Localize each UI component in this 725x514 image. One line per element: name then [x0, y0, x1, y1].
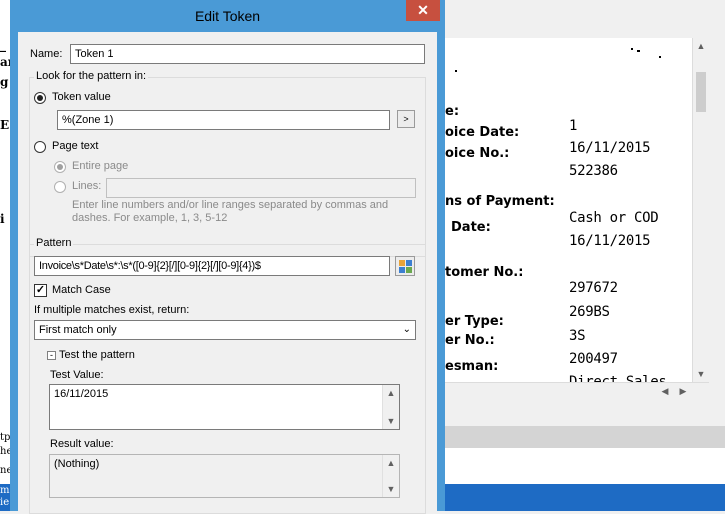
document-horizontal-scrollbar[interactable]: ◀ ▶ [445, 382, 709, 398]
multi-match-value: First match only [39, 324, 117, 336]
document-value: 200497 [569, 351, 618, 367]
dialog-body: Name: Token 1 Look for the pattern in: T… [18, 32, 437, 514]
token-value-radio[interactable] [34, 92, 46, 104]
pattern-input[interactable]: Invoice\s*Date\s*:\s*([0-9]{2}[/][0-9]{2… [34, 256, 390, 276]
document-label: Date: [451, 220, 491, 235]
lines-label: Lines: [72, 180, 102, 192]
multi-match-label: If multiple matches exist, return: [34, 304, 190, 316]
background-text-fragment: he [0, 446, 10, 457]
viewer-header [445, 0, 725, 38]
document-label: oice No.: [445, 146, 510, 161]
lines-radio[interactable] [54, 181, 66, 193]
background-toolbar [445, 426, 725, 448]
entire-page-radio[interactable] [54, 161, 66, 173]
name-label: Name: [30, 48, 63, 60]
pattern-group-label: Pattern [34, 237, 74, 249]
document-label: oice Date: [445, 125, 520, 140]
background-text-fragment: m [0, 485, 10, 496]
scroll-up-icon[interactable]: ▲ [383, 385, 399, 401]
document-label: er Type: [445, 314, 504, 329]
document-value: 3S [569, 328, 586, 344]
pattern-builder-icon [399, 260, 405, 266]
test-section-label: Test the pattern [59, 349, 135, 361]
document-value: 297672 [569, 280, 618, 296]
match-case-checkbox[interactable]: ✓ [34, 284, 47, 297]
token-value-input[interactable]: %(Zone 1) [57, 110, 390, 130]
scroll-left-icon[interactable]: ◀ [657, 383, 673, 399]
document-label: e: [445, 104, 460, 119]
page-text-label: Page text [52, 140, 99, 152]
document-value: Cash or COD [569, 210, 659, 226]
scroll-down-icon[interactable]: ▼ [693, 366, 709, 382]
background-text-fragment: g [0, 75, 9, 89]
scroll-up-icon[interactable]: ▲ [693, 38, 709, 54]
minus-icon: - [50, 350, 53, 360]
page-text-radio[interactable] [34, 141, 46, 153]
match-case-label: Match Case [52, 284, 111, 296]
document-value: 16/11/2015 [569, 140, 651, 156]
result-value-label: Result value: [50, 438, 114, 450]
document-vertical-scrollbar[interactable]: ▲ ▼ [692, 38, 709, 382]
document-value: 522386 [569, 163, 618, 179]
test-value-scrollbar[interactable]: ▲ ▼ [382, 385, 399, 429]
result-value-scrollbar[interactable]: ▲ ▼ [382, 455, 399, 497]
token-value-label: Token value [52, 91, 111, 103]
background-text-fragment: E [0, 118, 10, 132]
scroll-down-icon[interactable]: ▼ [383, 481, 399, 497]
multi-match-select[interactable]: First match only ⌄ [34, 320, 416, 340]
document-label: ns of Payment: [445, 194, 555, 209]
collapse-test-section-button[interactable]: - [47, 351, 56, 360]
test-value-input[interactable]: 16/11/2015 ▲ ▼ [49, 384, 400, 430]
pattern-builder-button[interactable] [395, 256, 415, 276]
lines-hint-text: Enter line numbers and/or line ranges se… [72, 199, 389, 224]
dialog-title: Edit Token [194, 8, 261, 24]
name-input[interactable]: Token 1 [70, 44, 425, 64]
token-browse-button[interactable]: > [397, 110, 415, 128]
background-text-fragment: ar [0, 55, 10, 69]
chevron-right-icon: > [403, 114, 409, 124]
close-button[interactable]: ✕ [406, 0, 440, 21]
look-for-pattern-label: Look for the pattern in: [34, 70, 149, 82]
document-value: 1 [569, 118, 578, 134]
scroll-up-icon[interactable]: ▲ [383, 455, 399, 471]
background-app-left: _ ar g E i tp he ne m ie [0, 0, 10, 511]
close-icon: ✕ [417, 2, 429, 18]
document-value: 16/11/2015 [569, 233, 651, 249]
document-label: esman: [445, 359, 499, 374]
background-text-fragment: _ [0, 38, 6, 52]
document-label: tomer No.: [445, 265, 524, 280]
entire-page-label: Entire page [72, 160, 129, 172]
test-value-label: Test Value: [50, 369, 104, 381]
background-panel [445, 448, 725, 484]
checkmark-icon: ✓ [35, 284, 46, 296]
background-text-fragment: i [0, 212, 5, 226]
document-label: er No.: [445, 333, 495, 348]
test-value-text: 16/11/2015 [54, 388, 109, 400]
background-text-fragment: tp [0, 432, 10, 443]
document-value: Direct Sales [569, 374, 667, 382]
dialog-titlebar[interactable]: Edit Token ✕ [10, 0, 445, 32]
document-viewer: e: oice Date: oice No.: ns of Payment: D… [445, 0, 725, 511]
result-value-text: (Nothing) [54, 458, 100, 470]
document-value: 269BS [569, 304, 610, 320]
result-value-output: (Nothing) ▲ ▼ [49, 454, 400, 498]
scanned-document[interactable]: e: oice Date: oice No.: ns of Payment: D… [445, 38, 695, 382]
lines-input[interactable] [106, 178, 416, 198]
scroll-down-icon[interactable]: ▼ [383, 413, 399, 429]
background-selection-bar [445, 484, 725, 511]
background-text-fragment: ne [0, 465, 10, 476]
scroll-right-icon[interactable]: ▶ [675, 383, 691, 399]
scroll-thumb[interactable] [696, 72, 706, 112]
edit-token-dialog: Edit Token ✕ Name: Token 1 Look for the … [10, 0, 445, 514]
chevron-down-icon: ⌄ [402, 324, 411, 335]
background-text-fragment: ie [0, 497, 10, 508]
